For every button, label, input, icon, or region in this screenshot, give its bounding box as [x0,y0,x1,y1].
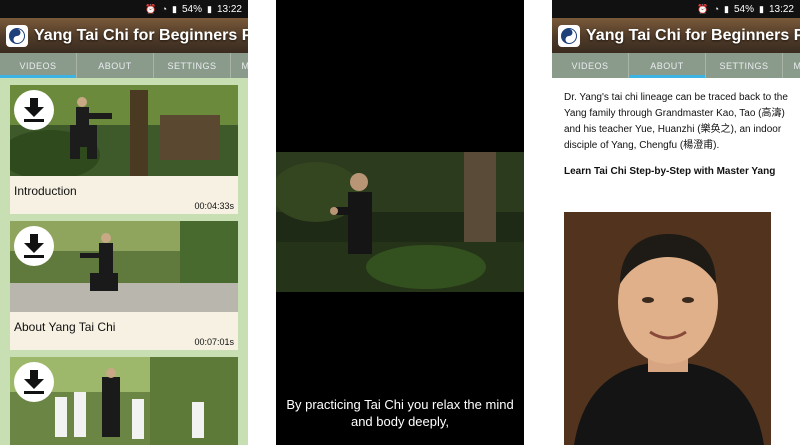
video-meta: Introduction 00:04:33s [10,176,238,214]
tab-videos[interactable]: VIDEOS [552,53,629,78]
video-thumbnail[interactable] [10,357,238,445]
app-title: Yang Tai Chi for Beginners P... [34,26,248,44]
tab-videos[interactable]: VIDEOS [0,53,77,78]
download-icon [24,98,44,122]
app-bar: Yang Tai Chi for Beginners P... [552,18,800,53]
video-card[interactable] [10,357,238,445]
status-bar: ⏰ ◔ ▮ 54% ▮ 13:22 [0,0,248,18]
tab-more[interactable]: M [231,53,249,78]
download-icon [24,370,44,394]
download-button[interactable] [14,90,54,130]
logo-icon [558,24,580,47]
status-bar: ⏰ ◔ ▮ 54% ▮ 13:22 [552,0,800,18]
video-duration: 00:04:33s [194,201,234,211]
video-title: Introduction [14,184,77,198]
video-player[interactable] [276,152,524,292]
videos-screen: ⏰ ◔ ▮ 54% ▮ 13:22 Yang Tai Chi for Begin… [0,0,248,445]
tab-bar: VIDEOS ABOUT SETTINGS M [552,53,800,78]
clock: 13:22 [216,3,242,15]
video-thumbnail[interactable] [10,85,238,176]
tab-about[interactable]: ABOUT [77,53,154,78]
battery-icon: ▮ [759,3,764,14]
tab-more[interactable]: M [783,53,800,78]
alarm-icon: ⏰ [145,3,157,14]
video-subtitle: By practicing Tai Chi you relax the mind… [286,397,514,429]
video-duration: 00:07:01s [194,337,234,347]
about-content: Dr. Yang's tai chi lineage can be traced… [564,90,788,177]
wifi-icon: ◔ [713,3,720,14]
clock: 13:22 [768,3,794,15]
signal-icon: ▮ [172,3,177,14]
tab-about[interactable]: ABOUT [629,53,706,78]
battery-percent: 54% [734,3,755,15]
about-paragraph: Dr. Yang's tai chi lineage can be traced… [564,92,788,151]
player-screen: By practicing Tai Chi you relax the mind… [276,0,524,445]
alarm-icon: ⏰ [697,3,709,14]
battery-percent: 54% [182,3,203,15]
video-thumbnail[interactable] [10,221,238,312]
about-heading: Learn Tai Chi Step-by-Step with Master Y… [564,166,776,177]
signal-icon: ▮ [724,3,729,14]
download-button[interactable] [14,226,54,266]
tab-settings[interactable]: SETTINGS [706,53,783,78]
video-card[interactable]: About Yang Tai Chi 00:07:01s [10,221,238,350]
video-meta: About Yang Tai Chi 00:07:01s [10,312,238,350]
tab-settings[interactable]: SETTINGS [154,53,231,78]
app-title: Yang Tai Chi for Beginners P... [586,26,800,44]
master-yang-photo [564,212,771,445]
logo-icon [6,24,28,47]
battery-icon: ▮ [207,3,212,14]
about-screen: ⏰ ◔ ▮ 54% ▮ 13:22 Yang Tai Chi for Begin… [552,0,800,445]
download-button[interactable] [14,362,54,402]
tab-bar: VIDEOS ABOUT SETTINGS M [0,53,248,78]
video-list: Introduction 00:04:33s About Yang Tai Ch… [0,78,248,445]
download-icon [24,234,44,258]
app-bar: Yang Tai Chi for Beginners P... [0,18,248,53]
video-card[interactable]: Introduction 00:04:33s [10,85,238,214]
wifi-icon: ◔ [161,3,168,14]
video-title: About Yang Tai Chi [14,320,116,334]
